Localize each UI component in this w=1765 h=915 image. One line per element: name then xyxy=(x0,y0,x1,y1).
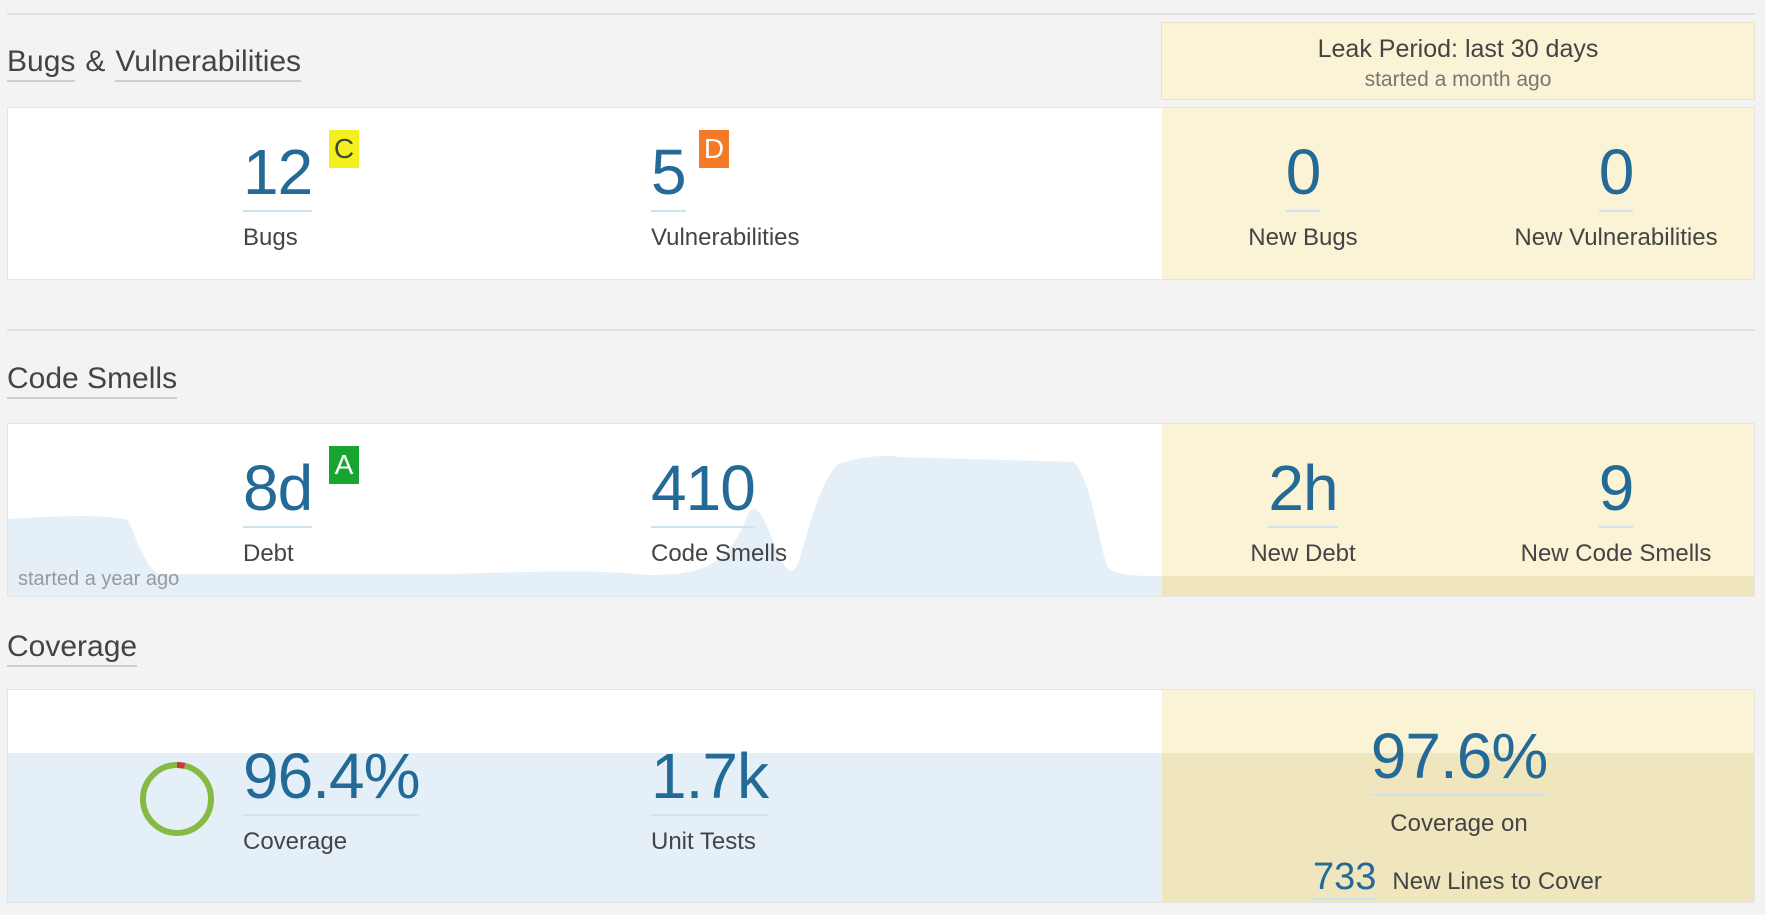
new-vulnerabilities-label: New Vulnerabilities xyxy=(1514,224,1718,251)
new-coverage-value-link[interactable]: 97.6% xyxy=(1370,724,1548,796)
coverage-title: Coverage xyxy=(7,630,138,667)
coverage-panel: 96.4% Coverage 1.7k Unit Tests 97.6% Cov… xyxy=(7,689,1755,903)
debt-value-link[interactable]: 8d xyxy=(243,456,313,528)
new-lines-value-link[interactable]: 733 xyxy=(1313,858,1377,900)
leak-period-title: Leak Period: last 30 days xyxy=(1317,35,1599,63)
code-smells-title: Code Smells xyxy=(7,362,178,399)
vulnerabilities-value-link[interactable]: 5 xyxy=(651,140,687,212)
code-smells-panel: 8d Debt A 410 Code Smells 2h New Debt 9 … xyxy=(7,423,1755,597)
leak-period-subtitle: started a month ago xyxy=(1364,68,1552,91)
new-bugs-label: New Bugs xyxy=(1248,224,1358,251)
unit-tests-value-link[interactable]: 1.7k xyxy=(651,744,769,816)
history-start-note: started a year ago xyxy=(18,568,180,590)
new-code-smells-value-link[interactable]: 9 xyxy=(1598,456,1634,528)
leak-period-header: Leak Period: last 30 days started a mont… xyxy=(1161,22,1755,100)
code-smells-label: Code Smells xyxy=(651,540,788,567)
coverage-value-link[interactable]: 96.4% xyxy=(243,744,420,816)
bugs-rating-badge[interactable]: C xyxy=(329,130,359,168)
bugs-title-link[interactable]: Bugs xyxy=(7,45,76,82)
bugs-measure: 12 Bugs xyxy=(243,140,313,252)
bugs-vulnerabilities-title: Bugs & Vulnerabilities xyxy=(7,45,302,82)
unit-tests-label: Unit Tests xyxy=(651,828,756,855)
section-divider xyxy=(7,329,1755,331)
code-smells-title-link[interactable]: Code Smells xyxy=(7,362,178,399)
section-divider xyxy=(7,13,1755,15)
new-vulnerabilities-value-link[interactable]: 0 xyxy=(1598,140,1634,212)
new-lines-to-cover: 733 New Lines to Cover xyxy=(1313,858,1602,900)
maintainability-rating-badge[interactable]: A xyxy=(329,446,359,484)
vulnerabilities-label: Vulnerabilities xyxy=(651,224,800,251)
leak-history-area xyxy=(1162,576,1754,596)
bugs-label: Bugs xyxy=(243,224,298,251)
new-code-smells-measure: 9 New Code Smells xyxy=(1476,456,1754,568)
coverage-title-link[interactable]: Coverage xyxy=(7,630,138,667)
bugs-value-link[interactable]: 12 xyxy=(243,140,313,212)
new-vulnerabilities-measure: 0 New Vulnerabilities xyxy=(1476,140,1754,252)
new-debt-value-link[interactable]: 2h xyxy=(1268,456,1339,528)
coverage-measure: 96.4% Coverage xyxy=(243,744,420,856)
coverage-label: Coverage xyxy=(243,828,348,855)
title-ampersand: & xyxy=(85,45,106,78)
code-smells-measure: 410 Code Smells xyxy=(651,456,787,568)
vulnerabilities-title-link[interactable]: Vulnerabilities xyxy=(115,45,302,82)
history-area xyxy=(8,455,1162,596)
new-coverage-measure: 97.6% Coverage on xyxy=(1162,724,1754,838)
bugs-vulnerabilities-panel: 12 Bugs C 5 Vulnerabilities D 0 New Bugs… xyxy=(7,107,1755,280)
project-overview: Bugs & Vulnerabilities Leak Period: last… xyxy=(0,0,1765,915)
new-debt-measure: 2h New Debt xyxy=(1198,456,1408,568)
code-smells-value-link[interactable]: 410 xyxy=(651,456,756,528)
debt-measure: 8d Debt xyxy=(243,456,313,568)
unit-tests-measure: 1.7k Unit Tests xyxy=(651,744,769,856)
new-bugs-measure: 0 New Bugs xyxy=(1198,140,1408,252)
new-debt-label: New Debt xyxy=(1250,540,1356,567)
new-lines-label: New Lines to Cover xyxy=(1392,868,1602,895)
debt-label: Debt xyxy=(243,540,294,567)
donut-track xyxy=(140,762,214,836)
coverage-donut-chart xyxy=(140,762,214,836)
vulnerabilities-rating-badge[interactable]: D xyxy=(699,130,729,168)
new-bugs-value-link[interactable]: 0 xyxy=(1285,140,1321,212)
new-coverage-label: Coverage on xyxy=(1390,810,1528,837)
new-code-smells-label: New Code Smells xyxy=(1520,540,1712,567)
